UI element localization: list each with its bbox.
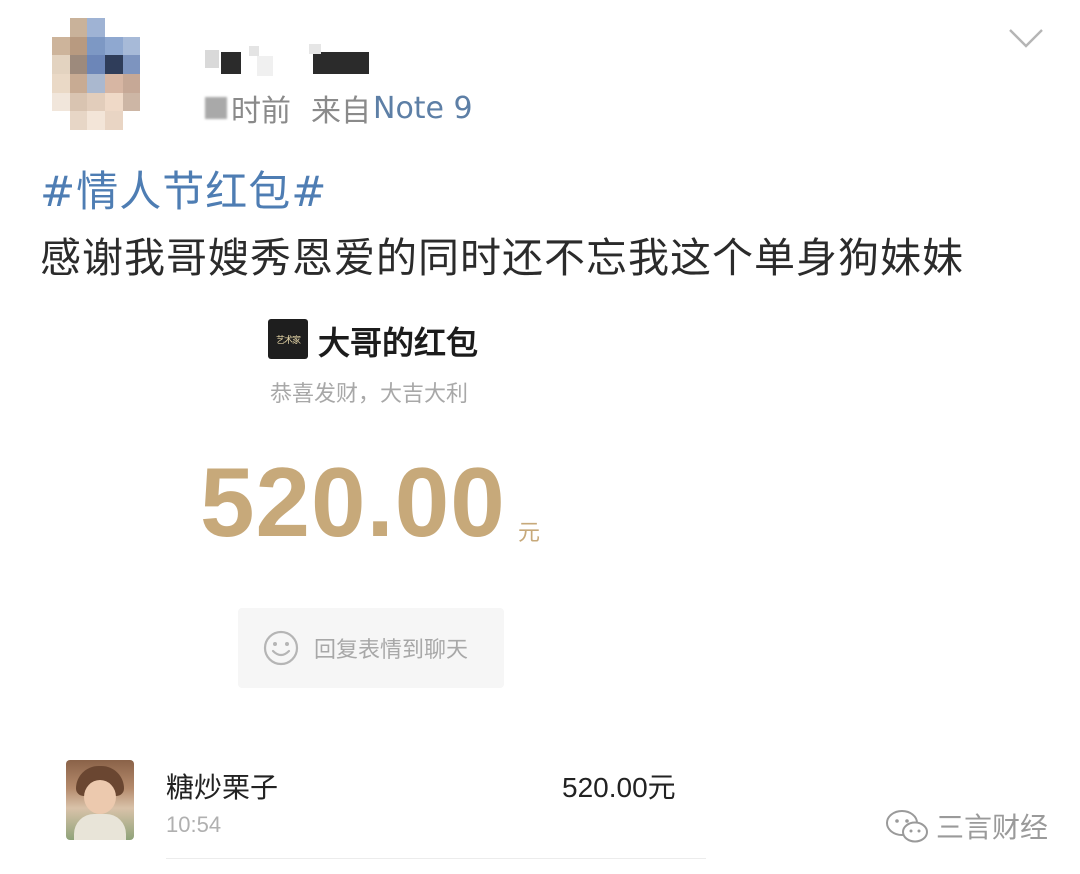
author-avatar[interactable] (52, 18, 158, 130)
chevron-down-icon[interactable] (1006, 26, 1046, 50)
reply-sticker-button[interactable]: 回复表情到聊天 (238, 608, 504, 688)
author-name-redacted[interactable] (205, 38, 385, 78)
source-prefix: 来自 (311, 94, 371, 129)
receiver-amount: 520.00元 (562, 772, 676, 803)
weibo-post-page: 时前 来自 Note 9 #情人节红包# 感谢我哥嫂秀恩爱的同时还不忘我这个单身… (0, 0, 1080, 874)
receiver-name: 糖炒栗子 (166, 771, 279, 804)
receiver-avatar[interactable] (66, 760, 134, 840)
post-text: 感谢我哥嫂秀恩爱的同时还不忘我这个单身狗妹妹 (40, 234, 964, 282)
reply-sticker-label: 回复表情到聊天 (314, 638, 469, 663)
red-packet-greeting: 恭喜发财，大吉大利 (270, 382, 469, 407)
red-packet-avatar: 艺术家 (268, 319, 308, 359)
record-divider (166, 858, 706, 859)
source-device-link[interactable]: Note 9 (373, 91, 473, 126)
watermark: 三言财经 (884, 806, 1048, 846)
red-packet-unit: 元 (518, 521, 541, 546)
wechat-logo-icon (886, 810, 928, 843)
post-time: 时前 (231, 94, 291, 129)
red-packet-title: 大哥的红包 (318, 324, 479, 362)
smile-face-icon (263, 630, 299, 666)
hashtag-link[interactable]: #情人节红包# (40, 158, 327, 219)
watermark-text: 三言财经 (936, 811, 1049, 844)
red-packet-amount: 520.00 (200, 447, 506, 557)
post-meta: 时前 来自 Note 9 (205, 86, 473, 130)
receiver-time: 10:54 (166, 812, 222, 837)
redacted-time-digit (205, 97, 227, 119)
